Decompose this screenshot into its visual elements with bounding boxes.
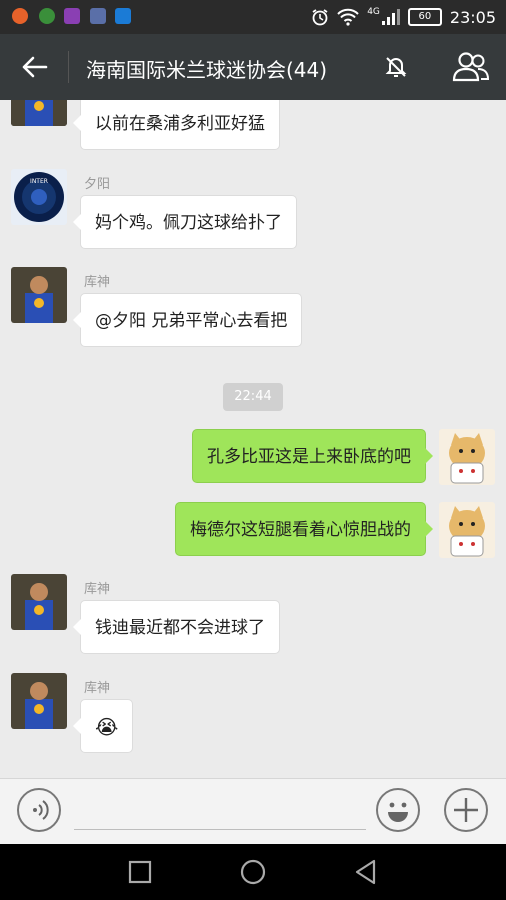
message-row: 库神 @夕阳 兄弟平常心去看把 (0, 267, 506, 351)
mute-icon (385, 57, 407, 77)
more-actions-button[interactable] (444, 788, 488, 832)
message-row: INTER 夕阳 妈个鸡。佩刀这球给扑了 (0, 169, 506, 253)
voice-icon (33, 800, 49, 820)
status-bar: 4G 60 23:05 (0, 0, 506, 34)
recent-apps-icon[interactable] (126, 858, 154, 886)
app-notification-icon (39, 8, 55, 24)
message-bubble[interactable]: 妈个鸡。佩刀这球给扑了 (73, 195, 297, 249)
app-notification-icon (90, 8, 106, 24)
network-type: 4G (367, 7, 380, 17)
emoji-button[interactable] (376, 788, 420, 832)
message-bubble[interactable]: 梅德尔这短腿看着心惊胆战的 (175, 502, 433, 556)
app-notification-icon (115, 8, 131, 24)
sender-name: 夕阳 (84, 177, 111, 192)
signal-icon (381, 9, 400, 25)
message-bubble[interactable]: 孔多比亚这是上来卧底的吧 (192, 429, 433, 483)
doge-avatar[interactable] (439, 502, 495, 558)
alarm-icon (312, 9, 328, 26)
svg-text:INTER: INTER (30, 178, 48, 185)
chat-title: 海南国际米兰球迷协会(44) (86, 58, 328, 82)
message-bubble[interactable]: 以前在桑浦多利亚好猛 (73, 100, 280, 150)
sender-name: 库神 (84, 582, 111, 597)
battery-indicator: 60 (407, 8, 442, 26)
message-row: 梅德尔这短腿看着心惊胆战的 (0, 502, 506, 558)
home-icon[interactable] (239, 858, 267, 886)
curry-avatar[interactable] (11, 673, 67, 729)
curry-avatar[interactable] (11, 100, 67, 126)
smiley-icon (388, 802, 408, 822)
emoji-message-bubble[interactable]: 😭 (72, 699, 134, 753)
group-members-icon[interactable] (452, 50, 490, 84)
plus-icon (454, 798, 478, 822)
message-row: 库神 😭 (0, 673, 506, 757)
gallery-icon (64, 8, 80, 24)
message-row: 库神 钱迪最近都不会进球了 (0, 574, 506, 658)
curry-avatar[interactable] (11, 267, 67, 323)
doge-avatar[interactable] (439, 429, 495, 485)
sender-name: 库神 (84, 275, 111, 290)
sender-name: 库神 (84, 681, 111, 696)
clock: 23:05 (449, 7, 496, 27)
app-notification-icon (12, 8, 28, 24)
message-row: 以前在桑浦多利亚好猛 (0, 100, 506, 152)
chat-header: 海南国际米兰球迷协会(44) (0, 34, 506, 100)
input-bar (0, 778, 506, 845)
message-list[interactable]: 以前在桑浦多利亚好猛 INTER 夕阳 妈个鸡。佩刀这球给扑了 库神 @夕阳 兄… (0, 100, 506, 778)
back-icon[interactable] (352, 858, 380, 886)
inter-avatar[interactable]: INTER (11, 169, 67, 225)
message-input[interactable] (74, 829, 366, 830)
time-divider: 22:44 (223, 383, 283, 411)
message-bubble[interactable]: 钱迪最近都不会进球了 (73, 600, 280, 654)
message-bubble[interactable]: @夕阳 兄弟平常心去看把 (72, 293, 303, 347)
message-row: 孔多比亚这是上来卧底的吧 (0, 429, 506, 485)
voice-input-button[interactable] (17, 788, 61, 832)
curry-avatar[interactable] (11, 574, 67, 630)
back-arrow-icon[interactable] (18, 50, 52, 84)
system-nav-bar (0, 844, 506, 900)
wifi-icon (337, 8, 359, 26)
header-divider (68, 51, 69, 83)
